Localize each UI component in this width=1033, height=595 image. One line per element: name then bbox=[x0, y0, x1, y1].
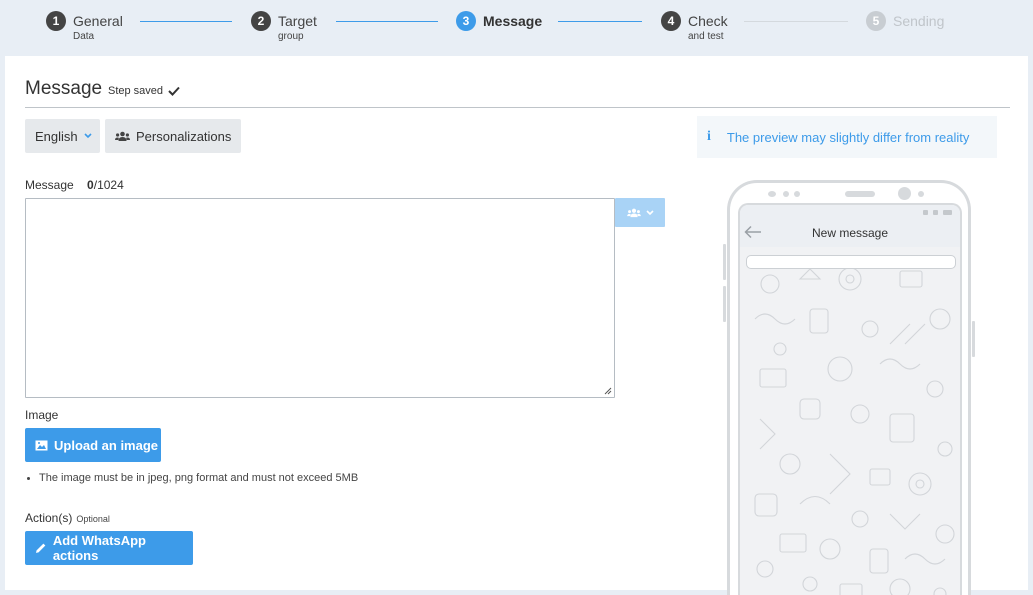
phone-sensor bbox=[794, 191, 800, 197]
step-target-group[interactable]: 2 Target group bbox=[251, 11, 317, 43]
resize-handle-icon[interactable] bbox=[604, 387, 612, 395]
step-subtitle: and test bbox=[688, 31, 724, 42]
step-connector bbox=[744, 21, 848, 22]
upload-image-button[interactable]: Upload an image bbox=[25, 428, 161, 462]
step-connector bbox=[558, 21, 642, 22]
step-subtitle: group bbox=[278, 31, 304, 42]
actions-label: Action(s) bbox=[25, 511, 73, 525]
add-whatsapp-actions-button[interactable]: Add WhatsApp actions bbox=[25, 531, 193, 565]
step-title: Message bbox=[483, 13, 543, 29]
step-connector bbox=[140, 21, 232, 22]
step-title: Sending bbox=[893, 13, 945, 29]
title-divider bbox=[25, 107, 1010, 108]
phone-camera bbox=[898, 187, 911, 200]
phone-speaker bbox=[845, 191, 875, 197]
preview-info-banner: i The preview may slightly differ from r… bbox=[697, 116, 997, 158]
step-message[interactable]: 3 Message bbox=[456, 11, 542, 31]
phone-preview: New message bbox=[727, 180, 971, 595]
battery-icon bbox=[943, 209, 952, 215]
upload-image-label: Upload an image bbox=[54, 437, 159, 453]
info-icon: i bbox=[707, 129, 711, 144]
chat-header-title: New message bbox=[811, 226, 889, 240]
insert-personalization-dropdown[interactable] bbox=[615, 198, 665, 227]
page-title: Message bbox=[25, 78, 103, 99]
bullet bbox=[27, 476, 30, 480]
chevron-down-icon bbox=[84, 133, 92, 139]
phone-screen: New message bbox=[738, 203, 962, 595]
back-arrow-icon bbox=[744, 225, 761, 239]
message-label-row: Message 0/1024 bbox=[25, 178, 124, 192]
message-label: Message bbox=[25, 178, 74, 192]
chevron-down-icon bbox=[645, 209, 654, 215]
phone-volume-button bbox=[723, 244, 726, 280]
image-requirements-text: The image must be in jpeg, png format an… bbox=[39, 472, 359, 484]
step-saved-label: Step saved bbox=[108, 85, 164, 97]
image-icon bbox=[35, 440, 48, 450]
step-connector bbox=[336, 21, 438, 22]
phone-top-bezel bbox=[730, 183, 968, 205]
image-label: Image bbox=[25, 408, 59, 422]
step-number: 3 bbox=[456, 11, 476, 31]
step-sending: 5 Sending bbox=[866, 11, 944, 31]
message-bubble-preview bbox=[746, 255, 956, 269]
character-max: /1024 bbox=[93, 178, 124, 192]
phone-power-button bbox=[972, 321, 975, 357]
phone-volume-button bbox=[723, 286, 726, 322]
bluetooth-icon bbox=[923, 209, 928, 215]
wifi-icon bbox=[933, 209, 938, 215]
chat-header: New message bbox=[740, 219, 960, 247]
step-saved-status: Step saved bbox=[108, 85, 180, 97]
phone-sensor bbox=[918, 191, 924, 197]
step-title: General bbox=[73, 13, 123, 29]
step-title: Check bbox=[688, 13, 728, 29]
step-number: 5 bbox=[866, 11, 886, 31]
step-title: Target bbox=[278, 13, 317, 29]
preview-info-text: The preview may slightly differ from rea… bbox=[726, 129, 970, 145]
message-panel: Message Step saved English Personalizati… bbox=[5, 56, 1028, 595]
actions-label-row: Action(s) Optional bbox=[25, 511, 110, 525]
users-icon bbox=[626, 208, 641, 217]
step-subtitle: Data bbox=[73, 31, 95, 42]
personalizations-button[interactable]: Personalizations bbox=[105, 119, 241, 153]
message-textarea[interactable] bbox=[25, 198, 615, 398]
step-check[interactable]: 4 Check and test bbox=[661, 11, 728, 43]
step-number: 1 bbox=[46, 11, 66, 31]
users-icon bbox=[115, 131, 130, 141]
step-general[interactable]: 1 General Data bbox=[46, 11, 123, 43]
phone-status-bar bbox=[740, 205, 960, 219]
pencil-icon bbox=[35, 543, 46, 553]
character-counter: 0/1024 bbox=[87, 178, 124, 192]
check-icon bbox=[168, 86, 180, 96]
add-whatsapp-actions-label: Add WhatsApp actions bbox=[52, 533, 146, 563]
personalizations-label: Personalizations bbox=[136, 128, 232, 144]
image-requirements-note: The image must be in jpeg, png format an… bbox=[25, 472, 358, 484]
phone-sensor bbox=[783, 191, 789, 197]
stepper: 1 General Data 2 Target group 3 Message … bbox=[0, 0, 1033, 56]
step-number: 4 bbox=[661, 11, 681, 31]
character-count: 0 bbox=[87, 178, 94, 192]
optional-tag: Optional bbox=[76, 514, 110, 524]
language-select[interactable]: English bbox=[25, 119, 100, 153]
step-number: 2 bbox=[251, 11, 271, 31]
language-label: English bbox=[35, 128, 78, 144]
phone-sensor bbox=[768, 191, 776, 197]
chat-wallpaper-pattern bbox=[754, 267, 955, 595]
